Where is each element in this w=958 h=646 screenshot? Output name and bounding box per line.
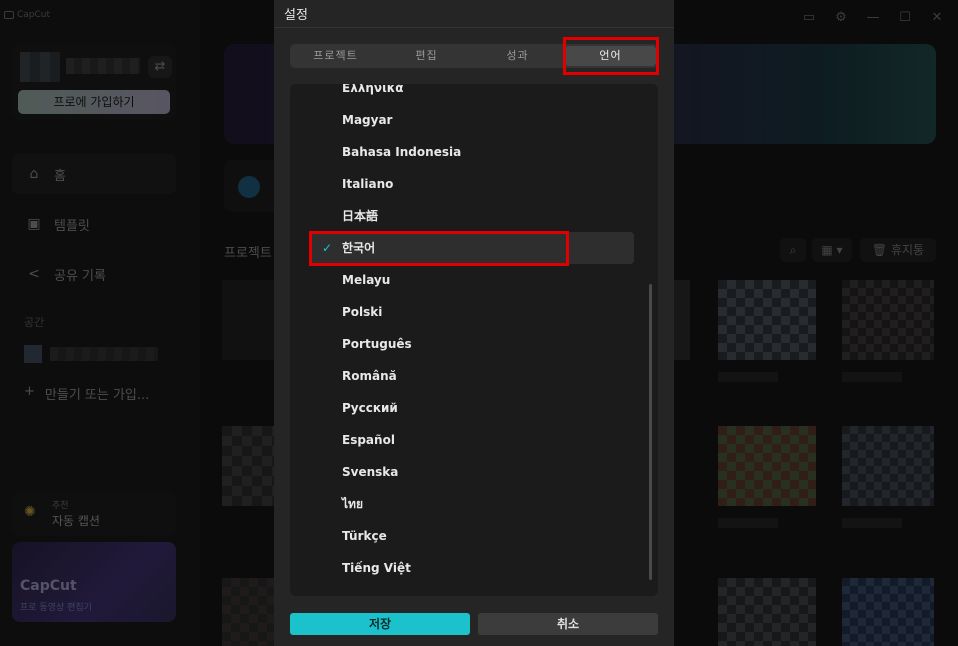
language-option-label: Ελληνικά bbox=[342, 84, 404, 95]
save-button[interactable]: 저장 bbox=[290, 613, 470, 635]
language-option-label: Polski bbox=[342, 305, 383, 319]
language-list-panel: Ελληνικά Magyar Bahasa Indonesia Italiano 日本… bbox=[290, 84, 658, 596]
language-tab-highlight-box bbox=[563, 37, 659, 75]
language-option-label: Svenska bbox=[342, 465, 399, 479]
tab-project[interactable]: 프로젝트 bbox=[290, 44, 381, 68]
language-option-label: Español bbox=[342, 433, 395, 447]
language-option[interactable]: Română bbox=[310, 360, 634, 392]
language-option[interactable]: Tiếng Việt bbox=[310, 552, 634, 584]
language-option-label: Türkçe bbox=[342, 529, 387, 543]
settings-dialog: 설정 프로젝트 편집 성과 언어 Ελληνικά Magyar Bahasa In… bbox=[274, 0, 674, 646]
language-option-label: ไทย bbox=[342, 497, 363, 511]
app-window: CapCut ⇄ 프로에 가입하기 ⌂ 홈 ▣ 템플릿 < 공유 기록 공간 +… bbox=[0, 0, 958, 646]
language-option-label: Tiếng Việt bbox=[342, 561, 411, 575]
language-option-label: Português bbox=[342, 337, 412, 351]
language-option[interactable]: Ελληνικά bbox=[310, 84, 634, 104]
cancel-button[interactable]: 취소 bbox=[478, 613, 658, 635]
language-option[interactable]: Русский bbox=[310, 392, 634, 424]
language-option[interactable]: Türkçe bbox=[310, 520, 634, 552]
language-option-label: Bahasa Indonesia bbox=[342, 145, 462, 159]
language-option-label: 日本語 bbox=[342, 209, 379, 223]
language-option-label: Melayu bbox=[342, 273, 391, 287]
language-list: Ελληνικά Magyar Bahasa Indonesia Italiano 日本… bbox=[290, 84, 658, 584]
language-option[interactable]: Bahasa Indonesia bbox=[310, 136, 634, 168]
tab-performance[interactable]: 성과 bbox=[472, 44, 563, 68]
language-option[interactable]: ไทย bbox=[310, 488, 634, 520]
dialog-title: 설정 bbox=[284, 8, 308, 23]
language-option[interactable]: Español bbox=[310, 424, 634, 456]
language-option[interactable]: Magyar bbox=[310, 104, 634, 136]
language-list-scrollbar[interactable] bbox=[649, 284, 652, 580]
language-option[interactable]: 日本語 bbox=[310, 200, 634, 232]
language-option[interactable]: Polski bbox=[310, 296, 634, 328]
language-option[interactable]: Italiano bbox=[310, 168, 634, 200]
language-option[interactable]: Svenska bbox=[310, 456, 634, 488]
language-option-label: Русский bbox=[342, 401, 398, 415]
tab-edit[interactable]: 편집 bbox=[381, 44, 472, 68]
language-option[interactable]: Melayu bbox=[310, 264, 634, 296]
selected-language-highlight-box bbox=[309, 231, 569, 266]
language-option-label: Magyar bbox=[342, 113, 393, 127]
title-divider bbox=[274, 27, 674, 28]
language-option[interactable]: Português bbox=[310, 328, 634, 360]
language-option-label: Italiano bbox=[342, 177, 394, 191]
language-option-label: Română bbox=[342, 369, 397, 383]
